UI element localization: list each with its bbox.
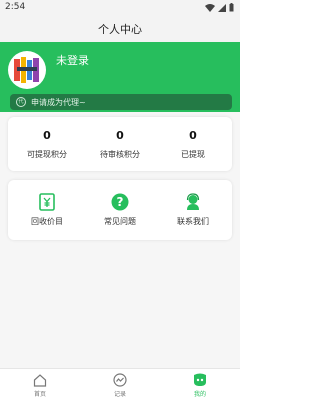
home-icon xyxy=(33,373,47,387)
stat-label: 已提现 xyxy=(181,150,205,159)
action-label: 联系我们 xyxy=(177,217,209,226)
contact-us-button[interactable]: 联系我们 xyxy=(156,192,230,227)
stat-withdrawn[interactable]: 0 已提现 xyxy=(156,129,230,160)
stat-value: 0 xyxy=(189,129,197,142)
avatar[interactable] xyxy=(8,51,46,89)
price-list-button[interactable]: 回收价目 xyxy=(10,192,84,227)
page-title: 个人中心 xyxy=(98,23,142,36)
customer-service-icon xyxy=(186,193,200,210)
battery-icon xyxy=(229,3,234,12)
svg-text:?: ? xyxy=(117,195,124,209)
tab-mine[interactable]: 我的 xyxy=(160,373,240,398)
status-time: 2:54 xyxy=(5,2,26,12)
tab-records[interactable]: 记录 xyxy=(80,373,160,398)
action-label: 回收价目 xyxy=(31,217,63,226)
record-icon xyxy=(113,373,127,387)
nav-bar: 个人中心 xyxy=(0,16,240,42)
username-text[interactable]: 未登录 xyxy=(56,52,89,68)
faq-button[interactable]: ? 常见问题 xyxy=(83,192,157,227)
quick-actions-card: 回收价目 ? 常见问题 联系我们 xyxy=(8,180,232,240)
stat-withdrawable[interactable]: 0 可提现积分 xyxy=(10,129,84,160)
bottom-tab-bar: 首页 记录 我的 xyxy=(0,368,240,400)
status-icons xyxy=(205,3,234,12)
signal-icon xyxy=(218,3,226,12)
points-summary-card: 0 可提现积分 0 待审核积分 0 已提现 xyxy=(8,117,232,171)
wifi-icon xyxy=(205,3,215,12)
stat-label: 待审核积分 xyxy=(100,150,140,159)
question-icon: ? xyxy=(111,193,129,211)
tab-label: 我的 xyxy=(193,391,206,398)
stat-label: 可提现积分 xyxy=(27,150,67,159)
action-label: 常见问题 xyxy=(104,217,136,226)
tab-label: 记录 xyxy=(113,391,126,398)
agent-badge-icon: 代 xyxy=(16,97,26,107)
avatar-logo-icon xyxy=(14,57,39,83)
price-list-icon xyxy=(39,193,55,211)
status-bar: 2:54 xyxy=(0,0,240,16)
profile-icon xyxy=(194,373,206,386)
tab-label: 首页 xyxy=(33,391,46,398)
stat-pending[interactable]: 0 待审核积分 xyxy=(83,129,157,160)
tab-home[interactable]: 首页 xyxy=(0,373,80,398)
stat-value: 0 xyxy=(116,129,124,142)
stat-value: 0 xyxy=(43,129,51,142)
apply-agent-label: 申请成为代理~ xyxy=(31,98,86,107)
apply-agent-banner[interactable]: 代 申请成为代理~ xyxy=(10,94,232,110)
